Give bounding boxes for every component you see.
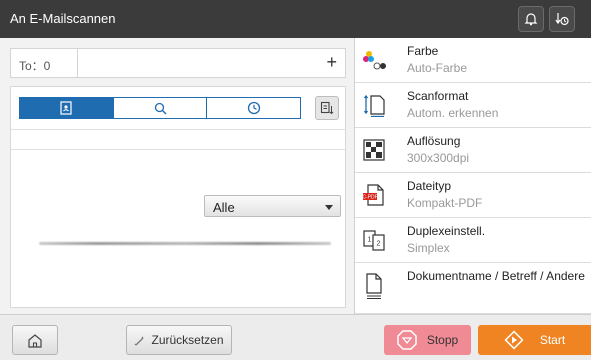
start-icon (504, 330, 524, 350)
setting-value: Autom. erkennen (407, 106, 499, 120)
direct-input-button[interactable] (315, 96, 339, 120)
setting-value: Auto-Farbe (407, 61, 468, 75)
settings-list: Farbe Auto-Farbe Scanformat Autom. erken… (354, 38, 591, 314)
setting-label: Dokumentname / Betreff / Andere (407, 269, 585, 283)
tab-history[interactable] (206, 98, 300, 118)
setting-label: Scanformat (407, 89, 469, 103)
filter-select-value: Alle (213, 200, 235, 215)
setting-resolution[interactable]: Auflösung 300x300dpi (355, 128, 591, 173)
start-label: Start (539, 333, 566, 347)
divider (77, 49, 78, 77)
title-bar: An E-Mailscannen (0, 0, 591, 38)
add-destination-button[interactable]: + (326, 52, 337, 73)
bottom-bar: Zurücksetzen Stopp Start (0, 314, 591, 360)
setting-value: Simplex (407, 241, 450, 255)
setting-file-type[interactable]: C-PDF Dateityp Kompakt-PDF (355, 173, 591, 218)
pdf-file-icon: C-PDF (361, 182, 387, 208)
tab-address-book[interactable] (20, 98, 113, 118)
job-status-icon[interactable] (549, 6, 575, 32)
setting-value: Kompakt-PDF (407, 196, 483, 210)
reset-label: Zurücksetzen (151, 333, 224, 347)
document-icon (361, 273, 387, 299)
start-button[interactable]: Start (478, 325, 591, 355)
address-tabs (19, 97, 301, 119)
setting-duplex[interactable]: 12 Duplexeinstell. Simplex (355, 218, 591, 263)
stop-label: Stopp (426, 333, 459, 347)
tab-search[interactable] (112, 98, 207, 118)
setting-color[interactable]: Farbe Auto-Farbe (355, 38, 591, 83)
color-dots-icon (361, 47, 387, 73)
divider (11, 149, 345, 150)
address-book-icon (60, 101, 72, 115)
scan-size-icon (361, 92, 387, 118)
home-button[interactable] (12, 325, 58, 355)
address-book-panel: Alle (10, 86, 346, 308)
stop-icon (397, 330, 417, 350)
duplex-icon: 12 (361, 227, 387, 253)
filter-select[interactable]: Alle (204, 195, 341, 217)
setting-scan-size[interactable]: Scanformat Autom. erkennen (355, 83, 591, 128)
setting-value: 300x300dpi (407, 151, 470, 165)
stop-button[interactable]: Stopp (384, 325, 471, 355)
home-icon (28, 333, 42, 348)
divider (11, 129, 345, 130)
destination-area: To：0 + Alle (0, 38, 354, 314)
address-field[interactable]: To：0 + (10, 48, 346, 78)
resolution-icon (361, 137, 387, 163)
chevron-down-icon (325, 205, 333, 210)
setting-label: Farbe (407, 44, 439, 58)
setting-document-name[interactable]: Dokumentname / Betreff / Andere (355, 263, 591, 314)
clock-icon (247, 101, 260, 115)
setting-label: Duplexeinstell. (407, 224, 486, 238)
recipient-count: To：0 (19, 59, 51, 73)
screen-title: An E-Mailscannen (10, 11, 116, 26)
svg-text:2: 2 (377, 241, 381, 248)
setting-label: Dateityp (407, 179, 452, 193)
reset-button[interactable]: Zurücksetzen (126, 325, 232, 355)
book-sort-icon (320, 101, 334, 115)
notification-bell-icon[interactable] (518, 6, 544, 32)
eraser-icon (135, 336, 144, 345)
search-icon (154, 102, 166, 114)
list-item[interactable] (39, 242, 331, 245)
svg-text:C-PDF: C-PDF (362, 195, 377, 201)
svg-text:1: 1 (368, 237, 372, 244)
setting-label: Auflösung (407, 134, 461, 148)
